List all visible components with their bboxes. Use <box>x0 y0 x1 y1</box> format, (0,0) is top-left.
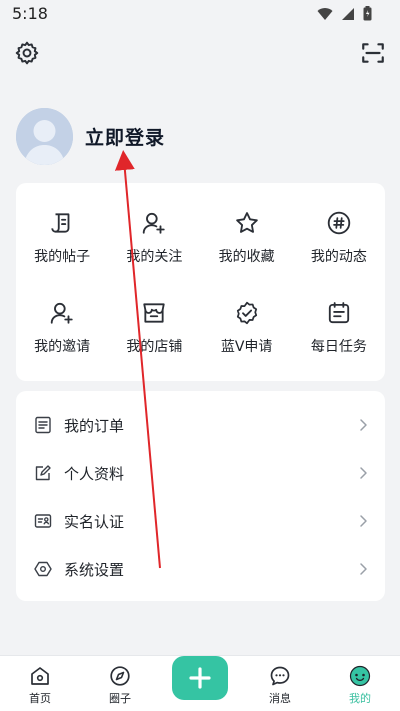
compass-icon <box>110 666 130 686</box>
menu-item-label: 个人资料 <box>64 464 125 483</box>
create-post-button[interactable] <box>172 656 228 700</box>
tab-create[interactable] <box>160 656 240 711</box>
grid-item-label: 每日任务 <box>310 339 367 355</box>
chevron-right-icon <box>360 515 367 527</box>
grid-item-label: 蓝V申请 <box>220 339 273 355</box>
grid-item-my-invites[interactable]: 我的邀请 <box>16 283 108 373</box>
menu-item-real-name-verification[interactable]: 实名认证 <box>16 497 385 545</box>
tab-home[interactable]: 首页 <box>0 656 80 711</box>
id-card-icon <box>34 514 52 528</box>
grid-item-my-activity[interactable]: 我的动态 <box>293 193 385 283</box>
grid-item-label: 我的动态 <box>310 249 367 265</box>
verified-icon <box>236 301 257 325</box>
chevron-right-icon <box>360 563 367 575</box>
chevron-right-icon <box>360 419 367 431</box>
gear-icon[interactable] <box>14 40 40 66</box>
menu-item-label: 我的订单 <box>64 416 125 435</box>
status-time: 5:18 <box>12 4 48 23</box>
tab-messages[interactable]: 消息 <box>240 656 320 711</box>
home-icon <box>31 667 49 685</box>
grid-item-label: 我的关注 <box>126 249 183 265</box>
grid-item-my-favorites[interactable]: 我的收藏 <box>201 193 293 283</box>
grid-item-daily-tasks[interactable]: 每日任务 <box>293 283 385 373</box>
order-icon <box>35 416 51 434</box>
tab-label: 圈子 <box>109 692 131 705</box>
login-link[interactable]: 立即登录 <box>85 123 165 150</box>
status-bar: 5:18 <box>0 0 400 28</box>
grid-item-blue-v-apply[interactable]: 蓝V申请 <box>201 283 293 373</box>
signal-icon <box>342 7 354 20</box>
menu-list-card: 我的订单 个人资料 实名认证 系统设置 <box>16 391 385 601</box>
menu-item-profile[interactable]: 个人资料 <box>16 449 385 497</box>
battery-icon <box>363 6 372 21</box>
invite-icon <box>50 302 73 324</box>
wifi-icon <box>317 7 333 20</box>
menu-item-my-orders[interactable]: 我的订单 <box>16 401 385 449</box>
bottom-tab-bar: 首页 圈子 消息 我的 <box>0 655 400 711</box>
tab-label: 消息 <box>269 692 291 705</box>
system-icons <box>317 6 372 21</box>
hexagon-settings-icon <box>34 561 52 577</box>
grid-item-label: 我的帖子 <box>34 249 91 265</box>
feature-grid-card: 我的帖子 我的关注 我的收藏 我的动态 我的邀请 我的店铺 蓝V申请 每日任务 <box>16 183 385 381</box>
chat-icon <box>270 666 290 686</box>
smile-icon <box>349 665 371 687</box>
hashtag-icon <box>327 211 351 235</box>
scan-icon[interactable] <box>360 40 386 66</box>
grid-item-label: 我的收藏 <box>218 249 275 265</box>
menu-item-label: 系统设置 <box>64 560 125 579</box>
plus-icon <box>189 667 211 689</box>
chevron-right-icon <box>360 467 367 479</box>
star-icon <box>235 212 258 233</box>
grid-item-my-posts[interactable]: 我的帖子 <box>16 193 108 283</box>
store-icon <box>143 303 166 323</box>
tab-label: 我的 <box>349 692 371 705</box>
tab-circle[interactable]: 圈子 <box>80 656 160 711</box>
profile-login[interactable]: 立即登录 <box>16 108 165 165</box>
grid-item-label: 我的店铺 <box>126 339 183 355</box>
menu-item-system-settings[interactable]: 系统设置 <box>16 545 385 593</box>
tab-label: 首页 <box>29 692 51 705</box>
menu-item-label: 实名认证 <box>64 512 125 531</box>
default-avatar-icon <box>16 108 73 165</box>
grid-item-label: 我的邀请 <box>34 339 91 355</box>
edit-profile-icon <box>35 465 51 481</box>
task-icon <box>328 302 350 324</box>
avatar[interactable] <box>16 108 73 165</box>
tab-mine[interactable]: 我的 <box>320 656 400 711</box>
post-icon <box>51 213 70 233</box>
grid-item-my-store[interactable]: 我的店铺 <box>108 283 200 373</box>
follow-icon <box>143 212 166 234</box>
grid-item-my-follows[interactable]: 我的关注 <box>108 193 200 283</box>
